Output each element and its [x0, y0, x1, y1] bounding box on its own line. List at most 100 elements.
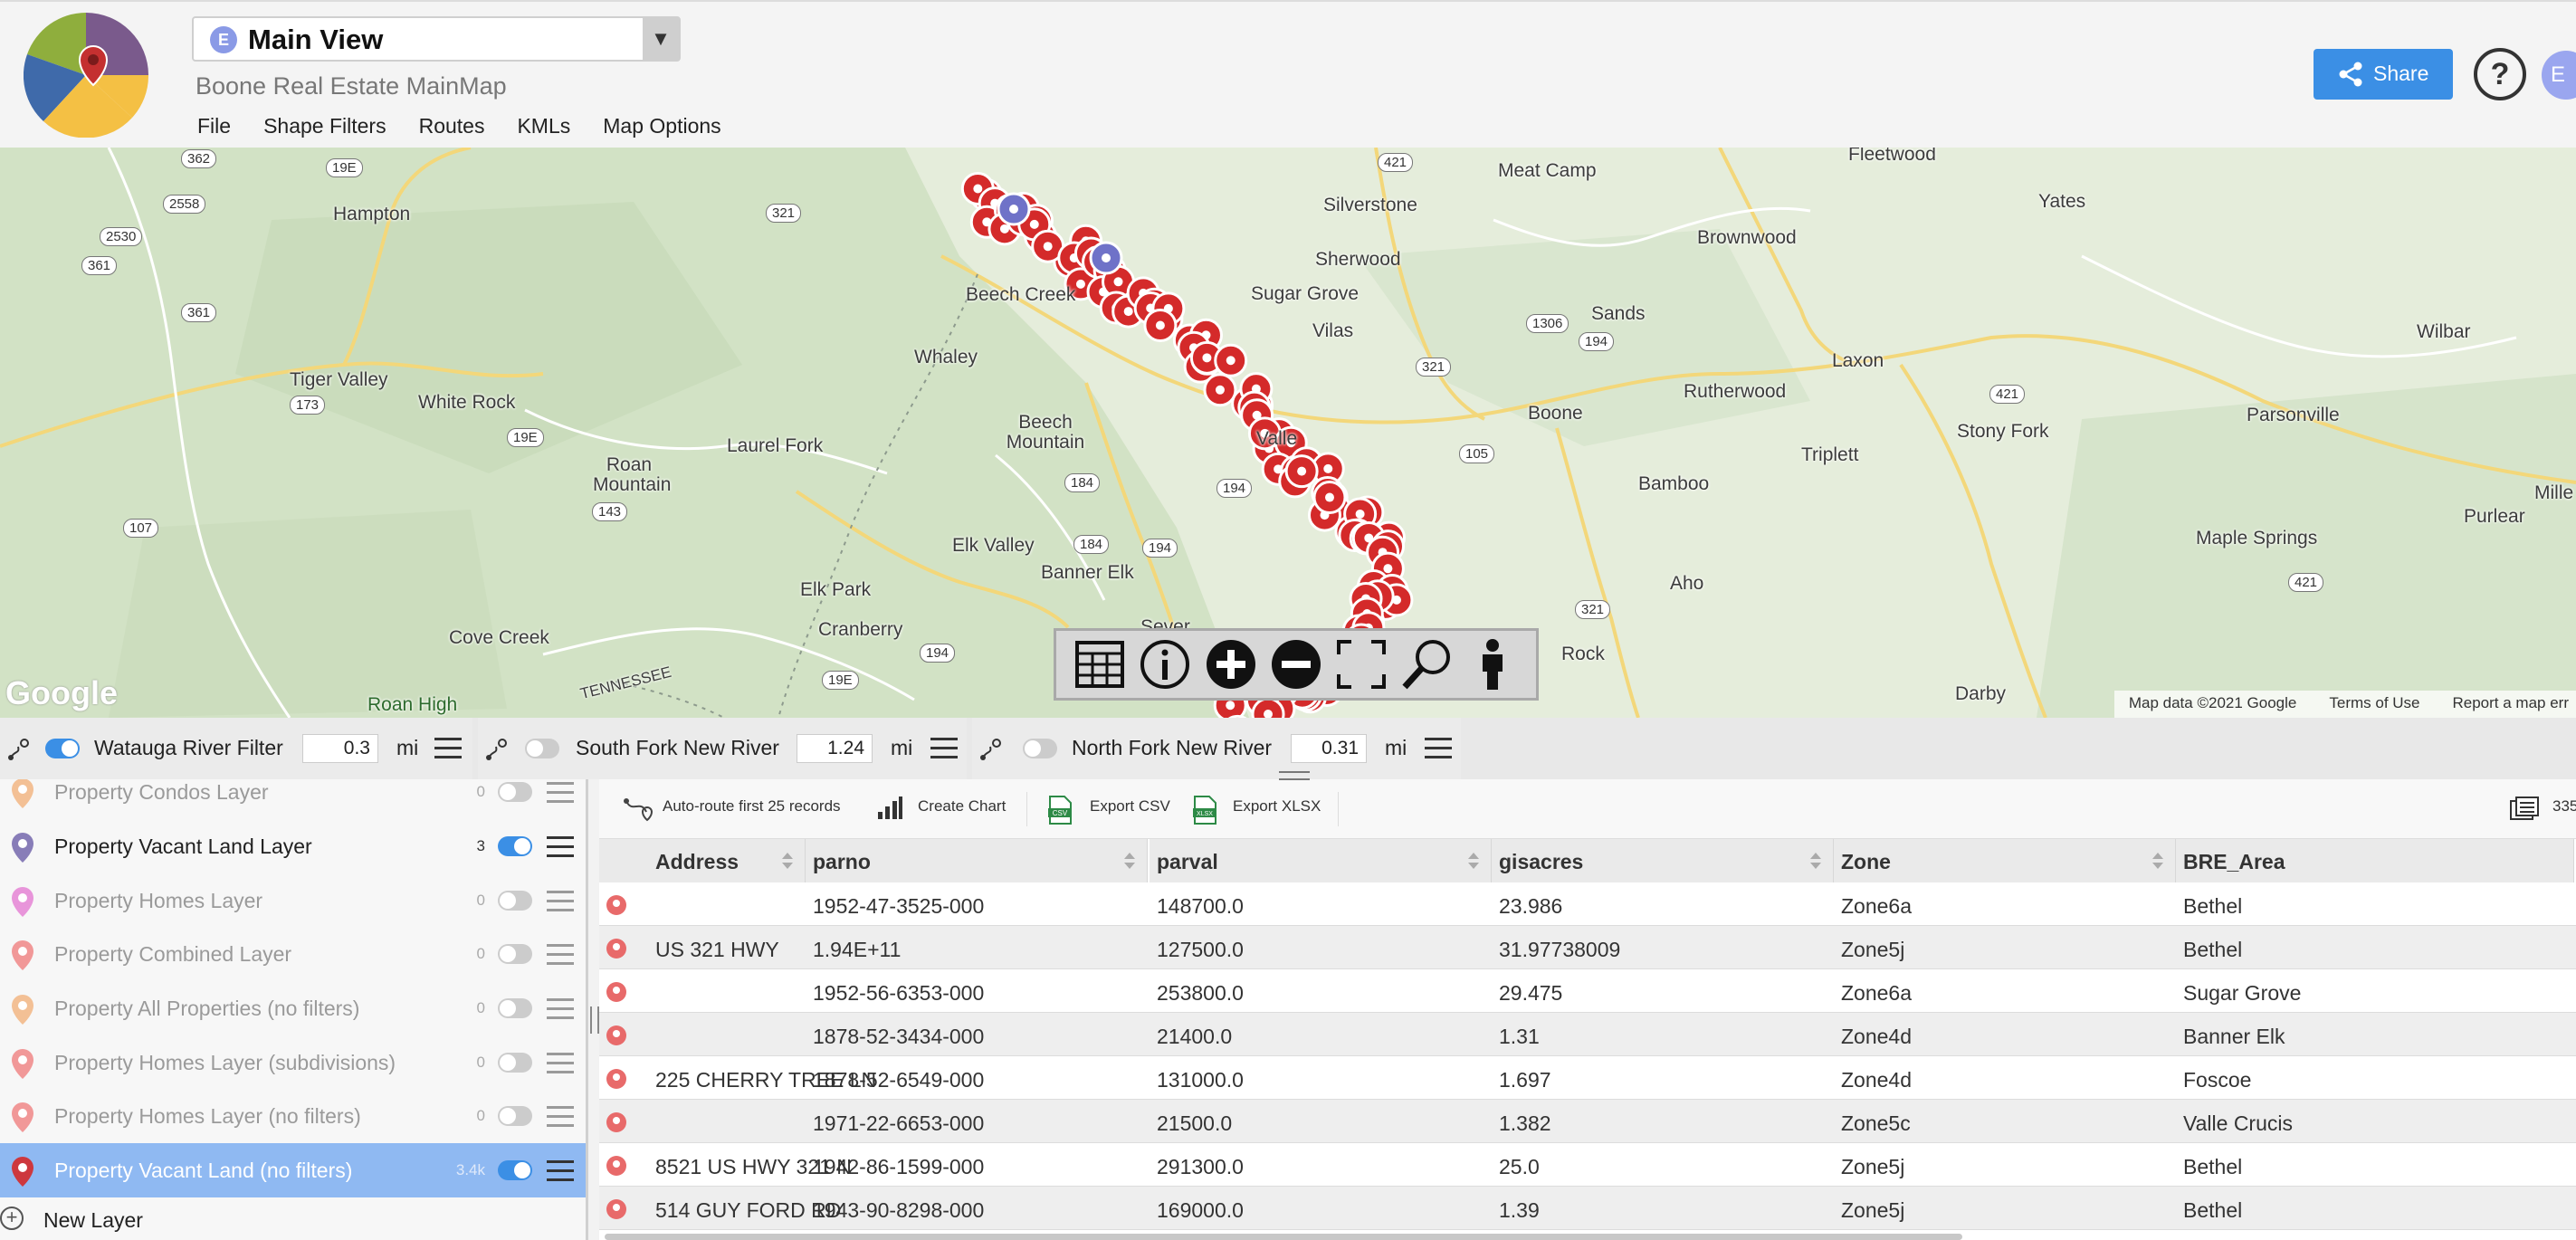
layer-toggle[interactable] [498, 782, 532, 802]
column-header[interactable]: parno [806, 839, 1148, 882]
table-row[interactable]: 1952-56-6353-000 253800.0 29.475 Zone6a Suga… [599, 969, 2576, 1013]
menu-icon[interactable] [547, 891, 574, 912]
chevron-down-icon[interactable]: ▼ [643, 18, 679, 60]
layer-item[interactable]: Property Homes Layer 0 [0, 873, 586, 928]
report-error-link[interactable]: Report a map err [2453, 694, 2570, 718]
street-view-icon[interactable] [1465, 635, 1520, 693]
table-row[interactable]: 8521 US HWY 321 N 1942-86-1599-000 291300.… [599, 1143, 2576, 1187]
zoom-in-icon[interactable] [1204, 635, 1258, 693]
map-pin-icon[interactable] [605, 937, 628, 965]
layer-name: Property Homes Layer (no filters) [54, 1104, 361, 1128]
layer-toggle[interactable] [498, 944, 532, 964]
property-marker[interactable] [1284, 454, 1319, 489]
menu-icon[interactable] [547, 998, 574, 1020]
property-marker[interactable] [997, 192, 1031, 226]
sort-icon[interactable] [2151, 852, 2164, 870]
table-row[interactable]: 514 GUY FORD RD 1943-90-8298-000 169000.0 1… [599, 1187, 2576, 1230]
search-icon[interactable] [1400, 635, 1455, 693]
layer-toggle[interactable] [498, 891, 532, 911]
avatar[interactable]: E [2542, 51, 2576, 100]
map-pin-icon[interactable] [605, 1024, 628, 1052]
zoom-out-icon[interactable] [1269, 635, 1323, 693]
map-pin-icon[interactable] [605, 1067, 628, 1095]
layer-toggle[interactable] [498, 1160, 532, 1180]
filter-distance-input[interactable]: 0.31 [1291, 734, 1367, 763]
column-header[interactable]: Zone [1834, 839, 2176, 882]
layer-item[interactable]: Property Vacant Land Layer 3 [0, 819, 586, 873]
horizontal-scrollbar[interactable] [605, 1234, 1962, 1240]
export-xlsx-button[interactable]: Export XLSX [1233, 797, 1321, 816]
place-label: Elk Park [800, 579, 872, 600]
menu-icon[interactable] [434, 738, 462, 759]
terms-link[interactable]: Terms of Use [2329, 694, 2419, 718]
menu-icon[interactable] [547, 836, 574, 858]
property-marker[interactable] [1089, 241, 1123, 275]
table-row[interactable]: 1878-52-3434-000 21400.0 1.31 Zone4d Banner … [599, 1013, 2576, 1056]
menu-icon[interactable] [547, 944, 574, 966]
menu-icon[interactable] [930, 738, 958, 759]
menu-icon[interactable] [547, 1106, 574, 1128]
panel-splitter[interactable] [590, 1006, 599, 1034]
property-marker[interactable] [1251, 697, 1285, 718]
table-row[interactable]: US 321 HWY 1.94E+11 127500.0 31.97738009 Zon… [599, 926, 2576, 969]
column-header[interactable]: parval [1150, 839, 1492, 882]
property-marker[interactable] [1203, 373, 1237, 407]
sort-icon[interactable] [1467, 852, 1480, 870]
menu-routes[interactable]: Routes [419, 114, 485, 138]
map-canvas[interactable]: Hampton Tiger Valley White Rock Roan Mou… [0, 148, 2576, 718]
map-pin-icon[interactable] [605, 1154, 628, 1182]
map-pin-icon [9, 1102, 36, 1139]
layer-item[interactable]: Property All Properties (no filters) 0 [0, 981, 586, 1035]
column-header[interactable]: gisacres [1492, 839, 1834, 882]
table-icon[interactable] [1073, 635, 1127, 693]
create-chart-button[interactable]: Create Chart [918, 797, 1006, 816]
layer-item[interactable]: Property Vacant Land (no filters) 3.4k [0, 1143, 586, 1197]
property-marker[interactable] [1312, 481, 1347, 515]
menu-icon[interactable] [547, 1053, 574, 1074]
layer-item[interactable]: Property Combined Layer 0 [0, 927, 586, 981]
layer-item[interactable]: Property Homes Layer (no filters) 0 [0, 1089, 586, 1143]
table-row[interactable]: 1952-47-3525-000 148700.0 23.986 Zone6a Beth… [599, 882, 2576, 926]
filter-distance-input[interactable]: 0.3 [302, 734, 378, 763]
sort-icon[interactable] [1809, 852, 1822, 870]
layer-item[interactable]: Property Condos Layer 0 [0, 779, 586, 819]
menu-file[interactable]: File [197, 114, 231, 138]
column-header[interactable]: BRE_Area [2176, 839, 2574, 882]
menu-map-options[interactable]: Map Options [603, 114, 720, 138]
menu-shape-filters[interactable]: Shape Filters [263, 114, 386, 138]
new-layer-button[interactable]: + New Layer [0, 1203, 579, 1239]
view-selector[interactable]: E Main View ▼ [192, 16, 681, 62]
menu-icon[interactable] [547, 782, 574, 804]
share-button[interactable]: Share [2314, 49, 2453, 100]
sort-icon[interactable] [781, 852, 794, 870]
filter-toggle[interactable] [525, 739, 559, 758]
layer-toggle[interactable] [498, 1053, 532, 1073]
table-row[interactable]: 225 CHERRY TREE LN 1878-52-6549-000 131000… [599, 1056, 2576, 1100]
map-pin-icon[interactable] [605, 893, 628, 921]
filter-distance-input[interactable]: 1.24 [797, 734, 873, 763]
sort-icon[interactable] [1123, 852, 1136, 870]
export-csv-button[interactable]: Export CSV [1090, 797, 1170, 816]
layer-toggle[interactable] [498, 1106, 532, 1126]
map-pin-icon[interactable] [605, 1197, 628, 1226]
info-icon[interactable] [1138, 635, 1192, 693]
property-marker[interactable] [1214, 343, 1248, 377]
place-label: Wilbar [2417, 321, 2471, 342]
filter-toggle[interactable] [1023, 739, 1057, 758]
menu-icon[interactable] [1425, 738, 1452, 759]
map-pin-icon[interactable] [605, 980, 628, 1008]
layer-toggle[interactable] [498, 998, 532, 1018]
layer-item[interactable]: Property Homes Layer (subdivisions) 0 [0, 1035, 586, 1090]
resize-handle[interactable] [1279, 771, 1310, 780]
auto-route-button[interactable]: Auto-route first 25 records [663, 797, 841, 816]
layer-toggle[interactable] [498, 836, 532, 856]
menu-kmls[interactable]: KMLs [517, 114, 570, 138]
column-header[interactable]: Address [599, 839, 806, 882]
filter-toggle[interactable] [45, 739, 80, 758]
menu-icon[interactable] [547, 1160, 574, 1182]
fullscreen-icon[interactable] [1334, 635, 1388, 693]
help-icon[interactable]: ? [2474, 48, 2526, 100]
property-marker[interactable] [1143, 308, 1178, 342]
table-row[interactable]: 1971-22-6653-000 21500.0 1.382 Zone5c Valle … [599, 1100, 2576, 1143]
map-pin-icon[interactable] [605, 1111, 628, 1139]
